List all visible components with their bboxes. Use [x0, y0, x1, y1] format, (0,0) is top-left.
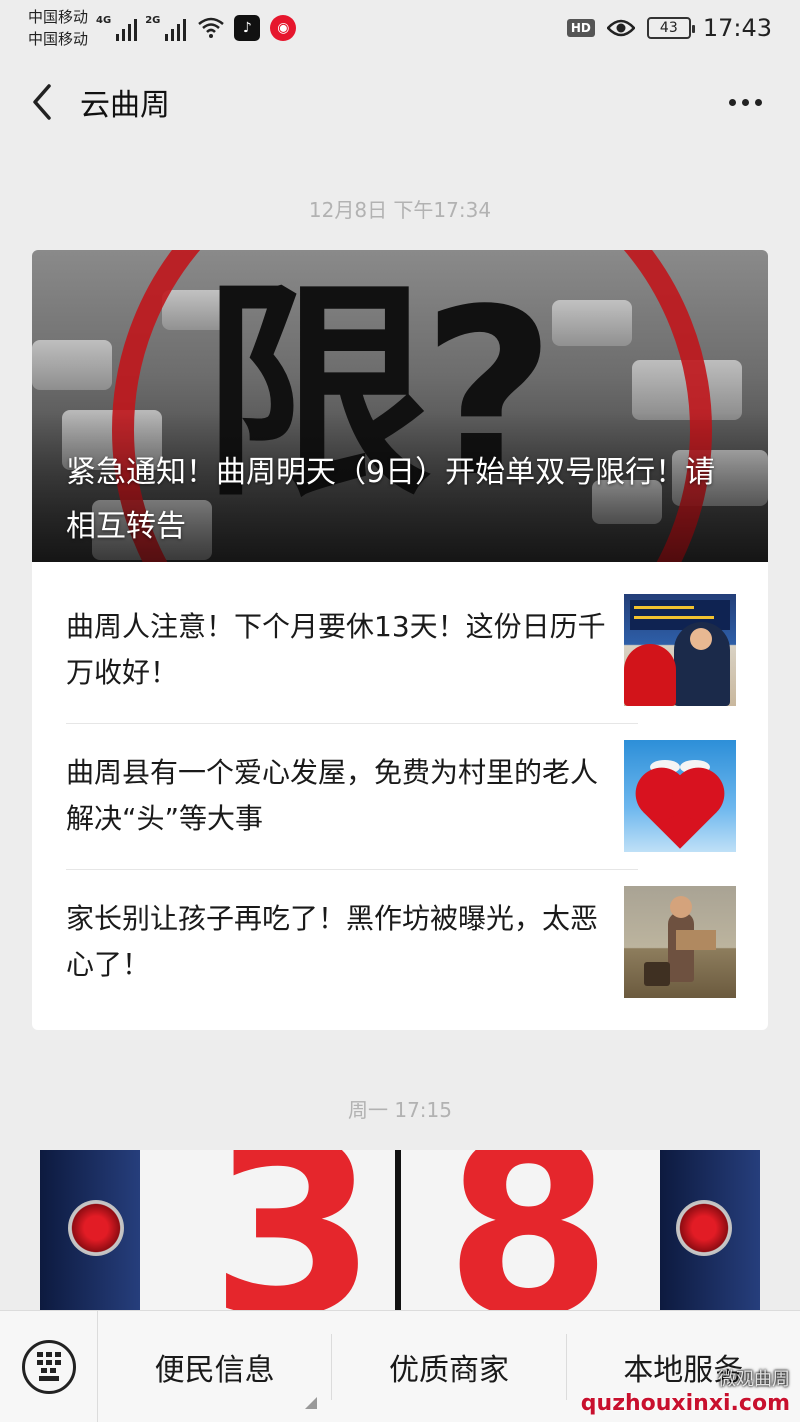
tiktok-icon: ♪: [234, 15, 261, 41]
article-card: 限? 紧急通知！曲周明天（9日）开始单双号限行！请相互转告 曲周人注意！下个月要…: [32, 250, 768, 1030]
hd-badge: HD: [566, 19, 595, 37]
article-title: 曲周县有一个爱心发屋，免费为村里的老人解决“头”等大事: [66, 756, 599, 835]
battery-icon: 43: [646, 17, 695, 39]
article-thumbnail: [624, 740, 736, 852]
list-item[interactable]: 曲周县有一个爱心发屋，免费为村里的老人解决“头”等大事: [66, 708, 768, 854]
message-timestamp: 12月8日 下午17:34: [308, 198, 492, 222]
message-timestamp: 周一 17:15: [348, 1098, 452, 1122]
weibo-icon: ◉: [270, 15, 297, 41]
network-type-2: 2G: [145, 15, 161, 26]
nav-bar: 云曲周: [0, 56, 800, 148]
keyboard-toggle-button[interactable]: [0, 1310, 98, 1422]
signal-icon: 4G: [96, 15, 138, 41]
carrier-label-1: 中国移动: [28, 8, 89, 26]
cover-title: 紧急通知！曲周明天（9日）开始单双号限行！请相互转告: [66, 455, 716, 544]
more-dots-icon[interactable]: [715, 89, 776, 116]
wifi-icon: [198, 17, 225, 38]
carrier-label-2: 中国移动: [28, 30, 89, 48]
article-title: 家长别让孩子再吃了！黑作坊被曝光，太恶心了！: [66, 902, 599, 981]
article-thumbnail: [624, 594, 736, 706]
list-item[interactable]: 曲周人注意！下个月要休13天！这份日历千万收好！: [66, 562, 768, 708]
menu-item-label: 便民信息: [154, 1352, 275, 1388]
cover-number-1: 3: [210, 1150, 377, 1310]
menu-item-convenience-info[interactable]: 便民信息: [98, 1311, 331, 1422]
menu-item-label: 优质商家: [388, 1352, 509, 1388]
page-title: 云曲周: [80, 88, 170, 123]
keyboard-icon: [21, 1339, 76, 1394]
submenu-indicator-icon: [305, 1396, 318, 1409]
article-title: 曲周人注意！下个月要休13天！这份日历千万收好！: [66, 610, 606, 689]
cover-article[interactable]: 3 8: [40, 1150, 760, 1310]
carrier-info: 中国移动 中国移动: [28, 6, 88, 50]
back-arrow-icon[interactable]: [24, 82, 60, 122]
menu-item-quality-merchants[interactable]: 优质商家: [332, 1311, 565, 1422]
clock: 17:43: [702, 14, 772, 42]
signal-icon-2: 2G: [145, 15, 187, 41]
article-thumbnail: [624, 886, 736, 998]
list-item[interactable]: 家长别让孩子再吃了！黑作坊被曝光，太恶心了！: [66, 854, 768, 1000]
watermark: 微观曲周 quzhouxinxi.com: [580, 1369, 790, 1416]
status-bar: 中国移动 中国移动 4G 2G ♪ ◉ HD 43 17:43: [0, 0, 800, 56]
network-type-1: 4G: [96, 15, 112, 26]
bottom-menu: 便民信息 优质商家 本地服务 微观曲周 quzhouxinxi.com: [0, 1310, 800, 1422]
cover-number-2: 8: [445, 1150, 612, 1310]
cover-article[interactable]: 限? 紧急通知！曲周明天（9日）开始单双号限行！请相互转告: [32, 250, 768, 562]
battery-level: 43: [659, 20, 678, 36]
eye-icon: [606, 19, 635, 37]
